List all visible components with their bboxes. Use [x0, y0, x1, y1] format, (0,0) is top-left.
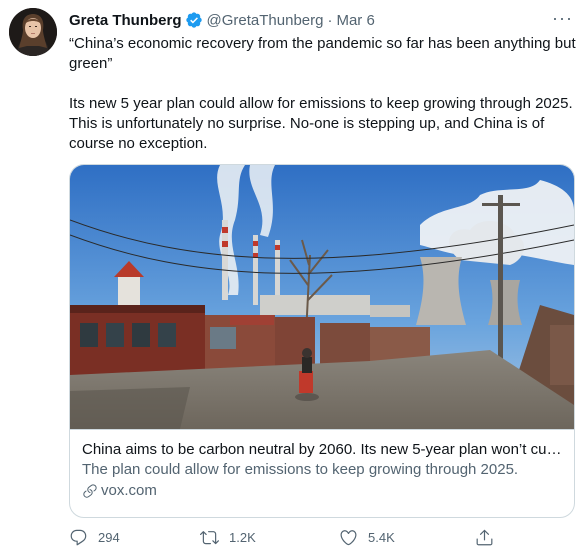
card-domain[interactable]: vox.com [82, 481, 562, 501]
card-title[interactable]: China aims to be carbon neutral by 2060.… [82, 440, 562, 460]
tweet-header: Greta Thunberg @GretaThunberg · Mar 6 ··… [69, 9, 577, 31]
tweet-text-body: Its new 5 year plan could allow for emis… [69, 95, 573, 152]
avatar[interactable] [9, 8, 57, 56]
tweet-date[interactable]: Mar 6 [336, 12, 374, 29]
card-body[interactable]: China aims to be carbon neutral by 2060.… [70, 429, 574, 517]
share-icon [476, 529, 493, 546]
reply-icon [70, 529, 87, 546]
like-icon [340, 530, 357, 546]
reply-button[interactable]: 294 [69, 528, 120, 547]
retweet-icon [200, 531, 219, 545]
share-button[interactable] [475, 528, 504, 547]
tweet[interactable]: Greta Thunberg @GretaThunberg · Mar 6 ··… [0, 0, 587, 559]
verified-badge-icon [185, 11, 203, 29]
display-name[interactable]: Greta Thunberg [69, 12, 182, 29]
retweet-count: 1.2K [229, 530, 256, 545]
tweet-text: “China’s economic recovery from the pand… [69, 34, 581, 154]
more-icon[interactable]: ··· [552, 9, 573, 27]
action-bar: 294 1.2K 5.4K [69, 528, 539, 552]
card-description: The plan could allow for emissions to ke… [82, 461, 519, 478]
tweet-text-quote: “China’s economic recovery from the pand… [69, 35, 576, 72]
like-count: 5.4K [368, 530, 395, 545]
card-domain-label[interactable]: vox.com [101, 481, 157, 501]
handle[interactable]: @GretaThunberg [207, 12, 324, 29]
link-icon [82, 483, 98, 499]
retweet-button[interactable]: 1.2K [200, 528, 256, 547]
like-button[interactable]: 5.4K [339, 528, 395, 547]
separator-dot: · [327, 11, 333, 29]
link-card[interactable]: China aims to be carbon neutral by 2060.… [69, 164, 575, 518]
card-image[interactable] [70, 165, 574, 429]
reply-count: 294 [98, 530, 120, 545]
